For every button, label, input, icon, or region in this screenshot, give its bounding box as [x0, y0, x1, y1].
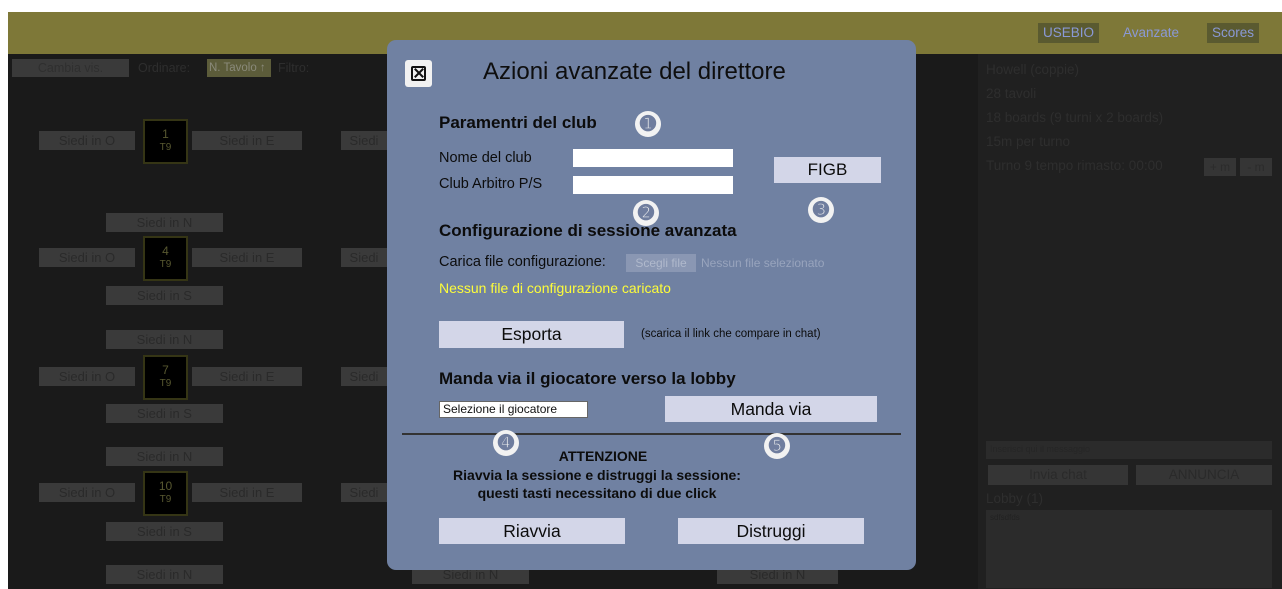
- avanzate-button[interactable]: Avanzate: [1118, 23, 1184, 43]
- seat-table-11-partial[interactable]: Siedi: [341, 483, 387, 502]
- club-name-label: Nome del club: [439, 150, 532, 166]
- upload-config-label: Carica file configurazione:: [439, 254, 606, 270]
- send-chat-button[interactable]: Invia chat: [988, 465, 1128, 485]
- table-number: 7: [162, 363, 169, 377]
- figb-button[interactable]: FIGB: [774, 157, 881, 183]
- lobby-label: Lobby (1): [986, 491, 1044, 506]
- scores-button[interactable]: Scores: [1207, 23, 1260, 43]
- seat-east-table-7[interactable]: Siedi in E: [192, 367, 302, 386]
- warning-line-2: questi tasti necessitano di due click: [477, 485, 717, 501]
- boards-info: 18 boards (9 turni x 2 boards): [986, 110, 1164, 125]
- seat-east-table-10[interactable]: Siedi in E: [192, 483, 302, 502]
- table-7: 7 T9: [143, 355, 188, 400]
- close-button[interactable]: [405, 60, 432, 87]
- table-number: 10: [158, 479, 173, 493]
- table-round: T9: [159, 494, 172, 505]
- modal-title: Azioni avanzate del direttore: [483, 58, 786, 85]
- warning-line-1: Riavvia la sessione e distruggi la sessi…: [453, 467, 741, 483]
- table-10: 10 T9: [143, 471, 188, 516]
- export-button[interactable]: Esporta: [439, 321, 624, 348]
- seat-east-table-1[interactable]: Siedi in E: [192, 131, 302, 150]
- sort-label: Ordinare:: [138, 61, 191, 75]
- config-status-message: Nessun file di configurazione caricato: [439, 280, 671, 296]
- seat-west-table-10[interactable]: Siedi in O: [39, 483, 135, 502]
- table-1: 1 T9: [143, 119, 188, 164]
- step-4-marker: ➍: [493, 430, 519, 456]
- subtract-minute-button[interactable]: - m: [1240, 158, 1272, 176]
- time-remaining: Turno 9 tempo rimasto: 00:00: [986, 158, 1163, 173]
- seat-west-table-7[interactable]: Siedi in O: [39, 367, 135, 386]
- seat-table-2-partial[interactable]: Siedi: [341, 131, 387, 150]
- sort-select[interactable]: N. Tavolo ↑: [207, 59, 271, 77]
- add-minute-button[interactable]: + m: [1204, 158, 1236, 176]
- tables-count: 28 tavoli: [986, 86, 1037, 101]
- filter-label: Filtro:: [278, 61, 310, 75]
- seat-west-table-1[interactable]: Siedi in O: [39, 131, 135, 150]
- kick-player-button[interactable]: Manda via: [665, 396, 877, 422]
- chat-message-input[interactable]: Inserisci qui il messaggio: [986, 441, 1272, 459]
- club-name-input[interactable]: [573, 149, 733, 167]
- player-select[interactable]: Selezione il giocatore: [439, 401, 588, 418]
- usebio-button[interactable]: USEBIO: [1038, 23, 1100, 43]
- club-params-heading: Paramentri del club: [439, 113, 597, 132]
- table-number: 4: [162, 244, 169, 258]
- table-round: T9: [159, 259, 172, 270]
- session-info-panel: Howell (coppie) 28 tavoli 18 boards (9 t…: [978, 54, 1282, 589]
- divider: [402, 433, 901, 435]
- restart-button[interactable]: Riavvia: [439, 518, 625, 544]
- file-status: Nessun file selezionato: [701, 256, 825, 270]
- time-per-round: 15m per turno: [986, 134, 1071, 149]
- kick-player-heading: Manda via il giocatore verso la lobby: [439, 369, 736, 388]
- table-round: T9: [159, 378, 172, 389]
- table-round: T9: [159, 142, 172, 153]
- player-select-value: Selezione il giocatore: [443, 402, 558, 416]
- table-4: 4 T9: [143, 236, 188, 281]
- lobby-list[interactable]: sdfsdfds: [986, 510, 1272, 588]
- movement-type: Howell (coppie): [986, 62, 1080, 77]
- seat-south-table-7[interactable]: Siedi in S: [106, 404, 223, 423]
- seat-north-table-13[interactable]: Siedi in N: [106, 565, 223, 584]
- club-referee-input[interactable]: [573, 176, 733, 194]
- step-5-marker: ➎: [764, 433, 790, 459]
- seat-south-table-4[interactable]: Siedi in S: [106, 286, 223, 305]
- seat-table-8-partial[interactable]: Siedi: [341, 367, 387, 386]
- destroy-button[interactable]: Distruggi: [678, 518, 864, 544]
- attention-title: ATTENZIONE: [558, 448, 648, 464]
- session-config-heading: Configurazione di sessione avanzata: [439, 221, 737, 240]
- seat-west-table-4[interactable]: Siedi in O: [39, 248, 135, 267]
- sort-select-value: N. Tavolo ↑: [209, 62, 266, 74]
- club-referee-label: Club Arbitro P/S: [439, 176, 543, 192]
- change-view-button[interactable]: Cambia vis.: [12, 59, 129, 77]
- announce-button[interactable]: ANNUNCIA: [1136, 465, 1272, 485]
- director-actions-modal: Azioni avanzate del direttore Paramentri…: [387, 40, 916, 570]
- seat-north-table-7[interactable]: Siedi in N: [106, 330, 223, 349]
- step-3-marker: ➌: [808, 197, 834, 223]
- seat-south-table-10[interactable]: Siedi in S: [106, 522, 223, 541]
- table-number: 1: [162, 127, 169, 141]
- close-icon: [411, 66, 426, 81]
- export-note: (scarica il link che compare in chat): [641, 328, 821, 340]
- seat-north-table-10[interactable]: Siedi in N: [106, 447, 223, 466]
- seat-table-5-partial[interactable]: Siedi: [341, 248, 387, 267]
- choose-file-button[interactable]: Scegli file: [626, 254, 696, 272]
- seat-north-table-4[interactable]: Siedi in N: [106, 213, 223, 232]
- step-1-marker: ➊: [635, 111, 661, 137]
- seat-east-table-4[interactable]: Siedi in E: [192, 248, 302, 267]
